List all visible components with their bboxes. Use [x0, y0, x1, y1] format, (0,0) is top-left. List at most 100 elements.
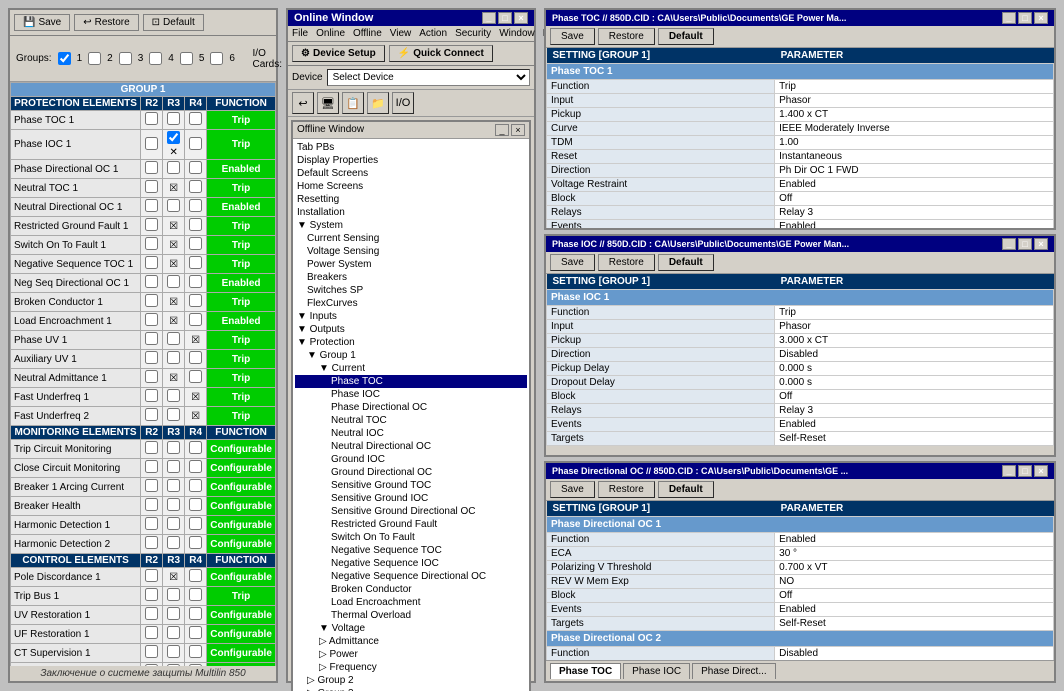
- ioc-minimize[interactable]: _: [1002, 238, 1016, 250]
- toc-save[interactable]: Save: [550, 28, 595, 45]
- quick-connect-button[interactable]: ⚡ Quick Connect: [389, 45, 493, 62]
- tree-item-ground-dir-oc[interactable]: Ground Directional OC: [295, 466, 527, 479]
- tree-item-broken-conductor[interactable]: Broken Conductor: [295, 583, 527, 596]
- tree-item-phase-ioc[interactable]: Phase IOC: [295, 388, 527, 401]
- tree-item-neg-seq-toc[interactable]: Negative Sequence TOC: [295, 544, 527, 557]
- tree-item-group3[interactable]: ▷ Group 3: [295, 687, 527, 691]
- ioc-save[interactable]: Save: [550, 254, 595, 271]
- tree-item-home-screens[interactable]: Home Screens: [295, 180, 527, 193]
- phase-ioc-title: Phase IOC // 850D.CID : CA\Users\Public\…: [552, 239, 849, 249]
- dir-close[interactable]: ×: [1034, 465, 1048, 477]
- menu-offline[interactable]: Offline: [353, 28, 382, 39]
- tree-item-inputs[interactable]: ▼ Inputs: [295, 310, 527, 323]
- dir-default[interactable]: Default: [658, 481, 714, 498]
- tree-item-phase-toc[interactable]: Phase TOC: [295, 375, 527, 388]
- menu-view[interactable]: View: [390, 28, 412, 39]
- ioc-close[interactable]: ×: [1034, 238, 1048, 250]
- save-icon: 💾: [23, 17, 35, 28]
- tree-item-display[interactable]: Display Properties: [295, 154, 527, 167]
- group2-check[interactable]: [88, 52, 101, 65]
- tree-item-sensitive-ground-dir[interactable]: Sensitive Ground Directional OC: [295, 505, 527, 518]
- nav-btn-2[interactable]: 🖥: [317, 92, 339, 114]
- menu-security[interactable]: Security: [455, 28, 491, 39]
- tree-item-group2[interactable]: ▷ Group 2: [295, 674, 527, 687]
- menu-file[interactable]: File: [292, 28, 308, 39]
- ioc-default[interactable]: Default: [658, 254, 714, 271]
- tree-item-current-sensing[interactable]: Current Sensing: [295, 232, 527, 245]
- table-row: Trip Circuit Monitoring Configurable: [11, 440, 276, 459]
- group6-check[interactable]: [210, 52, 223, 65]
- minimize-btn[interactable]: _: [482, 12, 496, 24]
- dir-restore[interactable]: □: [1018, 465, 1032, 477]
- table-row: Negative Sequence TOC 1 ☒ Trip: [11, 255, 276, 274]
- dir-save[interactable]: Save: [550, 481, 595, 498]
- menu-action[interactable]: Action: [419, 28, 447, 39]
- group3-check[interactable]: [119, 52, 132, 65]
- tree-item-power-system[interactable]: Power System: [295, 258, 527, 271]
- tree-item-current[interactable]: ▼ Current: [295, 362, 527, 375]
- tab-phase-direct[interactable]: Phase Direct...: [692, 663, 776, 679]
- tree-item-resetting[interactable]: Resetting: [295, 193, 527, 206]
- toc-close[interactable]: ×: [1034, 12, 1048, 24]
- tree-item-neutral-toc[interactable]: Neutral TOC: [295, 414, 527, 427]
- close-btn[interactable]: ×: [514, 12, 528, 24]
- tree-item-thermal-overload[interactable]: Thermal Overload: [295, 609, 527, 622]
- tree-item-default-screens[interactable]: Default Screens: [295, 167, 527, 180]
- tree-item-neutral-dir-oc[interactable]: Neutral Directional OC: [295, 440, 527, 453]
- dir-restore-btn[interactable]: Restore: [598, 481, 655, 498]
- tab-phase-ioc[interactable]: Phase IOC: [623, 663, 690, 679]
- nav-btn-4[interactable]: 📁: [367, 92, 389, 114]
- dir2-row-function: Function Disabled: [547, 646, 1054, 660]
- tree-item-switch-on-fault[interactable]: Switch On To Fault: [295, 531, 527, 544]
- nav-btn-1[interactable]: ↩: [292, 92, 314, 114]
- tree-item-load-encroachment[interactable]: Load Encroachment: [295, 596, 527, 609]
- tree-item-outputs[interactable]: ▼ Outputs: [295, 323, 527, 336]
- offline-minimize[interactable]: _: [495, 124, 509, 136]
- tree-item-system[interactable]: ▼ System: [295, 219, 527, 232]
- tree-item-sensitive-ground-toc[interactable]: Sensitive Ground TOC: [295, 479, 527, 492]
- tree-item-breakers[interactable]: Breakers: [295, 271, 527, 284]
- tree-item-restricted-gf[interactable]: Restricted Ground Fault: [295, 518, 527, 531]
- tree-item-flexcurves[interactable]: FlexCurves: [295, 297, 527, 310]
- dir-table: SETTING [GROUP 1] PARAMETER Phase Direct…: [546, 501, 1054, 660]
- tree-item-protection[interactable]: ▼ Protection: [295, 336, 527, 349]
- group-check[interactable]: [58, 52, 71, 65]
- ioc-maximize[interactable]: □: [1018, 238, 1032, 250]
- tree-item-neg-seq-dir[interactable]: Negative Sequence Directional OC: [295, 570, 527, 583]
- tree-item-sensitive-ground-ioc[interactable]: Sensitive Ground IOC: [295, 492, 527, 505]
- tree-item-installation[interactable]: Installation: [295, 206, 527, 219]
- menu-online[interactable]: Online: [316, 28, 345, 39]
- toc-minimize[interactable]: _: [1002, 12, 1016, 24]
- ioc-restore[interactable]: Restore: [598, 254, 655, 271]
- toc-maximize[interactable]: □: [1018, 12, 1032, 24]
- tree-item-voltage-sensing[interactable]: Voltage Sensing: [295, 245, 527, 258]
- offline-close[interactable]: ×: [511, 124, 525, 136]
- group5-check[interactable]: [180, 52, 193, 65]
- tree-item-power[interactable]: ▷ Power: [295, 648, 527, 661]
- tree-item-admittance[interactable]: ▷ Admittance: [295, 635, 527, 648]
- tree-item-neutral-ioc[interactable]: Neutral IOC: [295, 427, 527, 440]
- tree-item-voltage[interactable]: ▼ Voltage: [295, 622, 527, 635]
- device-setup-button[interactable]: ⚙ Device Setup: [292, 45, 385, 62]
- toc-restore[interactable]: Restore: [598, 28, 655, 45]
- save-button[interactable]: 💾 Save: [14, 14, 70, 31]
- toc-default[interactable]: Default: [658, 28, 714, 45]
- default-button[interactable]: ⊡ Default: [143, 14, 204, 31]
- group4-check[interactable]: [149, 52, 162, 65]
- tree-item-switches-sp[interactable]: Switches SP: [295, 284, 527, 297]
- dir-minimize[interactable]: _: [1002, 465, 1016, 477]
- tree-item-group1[interactable]: ▼ Group 1: [295, 349, 527, 362]
- tree-item-tab-pbs[interactable]: Tab PBs: [295, 141, 527, 154]
- nav-btn-3[interactable]: 📋: [342, 92, 364, 114]
- tree-item-neg-seq-ioc[interactable]: Negative Sequence IOC: [295, 557, 527, 570]
- tree-item-ground-ioc[interactable]: Ground IOC: [295, 453, 527, 466]
- tree-item-frequency[interactable]: ▷ Frequency: [295, 661, 527, 674]
- device-select[interactable]: Select Device: [327, 69, 530, 86]
- table-row: Restricted Ground Fault 1 ☒ Trip: [11, 217, 276, 236]
- tab-phase-toc[interactable]: Phase TOC: [550, 663, 621, 679]
- maximize-btn[interactable]: □: [498, 12, 512, 24]
- menu-window[interactable]: Window: [499, 28, 535, 39]
- tree-item-phase-dir-oc[interactable]: Phase Directional OC: [295, 401, 527, 414]
- io-btn[interactable]: I/O: [392, 92, 414, 114]
- restore-button[interactable]: ↩ Restore: [74, 14, 138, 31]
